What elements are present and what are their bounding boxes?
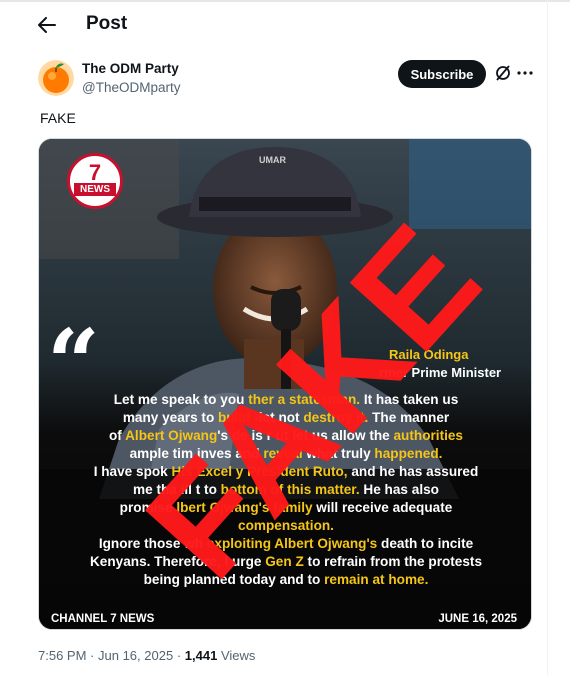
quote-segment: ut let us allow the	[275, 428, 394, 443]
quote-line: being planned today and to remain at hom…	[49, 571, 523, 589]
more-options-icon[interactable]	[516, 64, 534, 82]
post-time[interactable]: 7:56 PM	[38, 648, 86, 663]
quote-segment: inves	[196, 446, 232, 461]
speaker-title: rmer Prime Minister	[379, 365, 502, 380]
quote-segment: of	[109, 428, 126, 443]
quote-segment: promise	[119, 500, 173, 515]
quote-highlight: bottom of this matter.	[220, 482, 360, 497]
quote-highlight: build	[218, 410, 251, 425]
quote-highlight: statesman.	[289, 392, 361, 407]
quote-highlight: happened.	[374, 446, 443, 461]
quote-highlight: compensation.	[238, 518, 334, 533]
post-text: FAKE	[40, 110, 76, 126]
quote-highlight: ther a	[248, 392, 286, 407]
quote-segment: many years to	[122, 410, 219, 425]
quote-segment: not	[274, 410, 304, 425]
meta-separator: ·	[90, 648, 98, 663]
top-divider	[0, 0, 570, 2]
quote-line: Kenyans. Therefore, I urge Gen Z to refr…	[49, 553, 523, 571]
logo-word: NEWS	[74, 183, 116, 196]
quote-segment: I have spok	[93, 464, 168, 479]
speaker-name: Raila Odinga	[389, 347, 469, 362]
arrow-left-icon	[38, 17, 56, 33]
quote-highlight: reveal	[263, 446, 303, 461]
orange-logo-icon	[38, 60, 74, 96]
quote-highlight: His Excel	[171, 464, 232, 479]
quote-line: many years to build -let not destroy it.…	[49, 409, 523, 427]
quote-segment: -let	[254, 410, 275, 425]
channel7-logo: 7 NEWS	[67, 153, 123, 209]
quote-segment: ample tim	[129, 446, 194, 461]
post-meta: 7:56 PM · Jun 16, 2025 · 1,441 Views	[38, 648, 255, 663]
quote-line: of Albert Ojwang's de is r ut let us all…	[49, 427, 523, 445]
column-divider	[547, 0, 548, 675]
quote-segment: is r	[251, 428, 272, 443]
quote-highlight: authorities	[393, 428, 464, 443]
quote-segment: being planned today and to	[143, 572, 325, 587]
quote-segment: me tha	[133, 482, 177, 497]
quote-line: ample tim inves and reveal what truly ha…	[49, 445, 523, 463]
quote-segment: Kenyans. Therefore, I urge	[89, 554, 266, 569]
subscribe-button[interactable]: Subscribe	[398, 60, 486, 88]
quote-segment: Ignore those wh	[98, 536, 204, 551]
header-bar: Post	[0, 4, 548, 48]
quote-segment: 's de	[217, 428, 248, 443]
quote-highlight: lbert Ojwang's family	[176, 500, 313, 515]
quote-segment: It has taken us	[360, 392, 459, 407]
quote-line: I have spok His Excel y President Ruto, …	[49, 463, 523, 481]
quote-highlight: y President Ruto,	[235, 464, 348, 479]
quote-segment: He has also	[359, 482, 439, 497]
post-media-image[interactable]: UMAR 7 NEWS “ Raila Odinga rmer Prime Mi…	[38, 138, 532, 630]
views-count: 1,441	[184, 648, 218, 663]
quote-segment: what truly	[302, 446, 375, 461]
quote-line: compensation.	[49, 517, 523, 535]
back-button[interactable]	[34, 12, 60, 38]
quote-segment: and	[235, 446, 264, 461]
quote-segment: Let me speak to you	[113, 392, 245, 407]
author-name[interactable]: The ODM Party	[82, 61, 179, 76]
quote-line: Let me speak to you ther a statesman. It…	[49, 391, 523, 409]
grok-icon[interactable]	[494, 64, 512, 82]
meta-separator: ·	[176, 648, 185, 663]
quote-line: promise lbert Ojwang's family will recei…	[49, 499, 523, 517]
quote-body: Let me speak to you ther a statesman. It…	[49, 391, 523, 589]
quote-segment: and he has assured	[347, 464, 479, 479]
views-label: Views	[220, 648, 256, 663]
quote-line: Ignore those wh exploiting Albert Ojwang…	[49, 535, 523, 553]
page-title: Post	[86, 13, 128, 34]
quote-segment: The manner	[368, 410, 450, 425]
quote-segment: death to incite	[377, 536, 474, 551]
quote-segment: t to	[195, 482, 221, 497]
quote-highlight: Albert Ojwang	[125, 428, 218, 443]
post-page: Post The ODM Party @TheODMparty Subscrib…	[0, 0, 570, 675]
svg-text:UMAR: UMAR	[259, 155, 286, 165]
author-handle[interactable]: @TheODMparty	[82, 80, 180, 95]
quote-highlight: destroy it.	[303, 410, 369, 425]
quote-highlight: exploiting Albert Ojwang's	[206, 536, 378, 551]
avatar[interactable]	[38, 60, 74, 96]
post-date[interactable]: Jun 16, 2025	[98, 648, 173, 663]
quote-segment: to refrain from the protests	[303, 554, 483, 569]
quote-segment: will receive adequate	[312, 500, 453, 515]
media-footer-date: JUNE 16, 2025	[438, 613, 517, 625]
quote-line: me tha ill t to bottom of this matter. H…	[49, 481, 523, 499]
quote-segment: ill	[180, 482, 196, 497]
quote-highlight: remain at home.	[324, 572, 429, 587]
quote-highlight: Gen Z	[265, 554, 304, 569]
media-footer-source: CHANNEL 7 NEWS	[51, 613, 155, 625]
